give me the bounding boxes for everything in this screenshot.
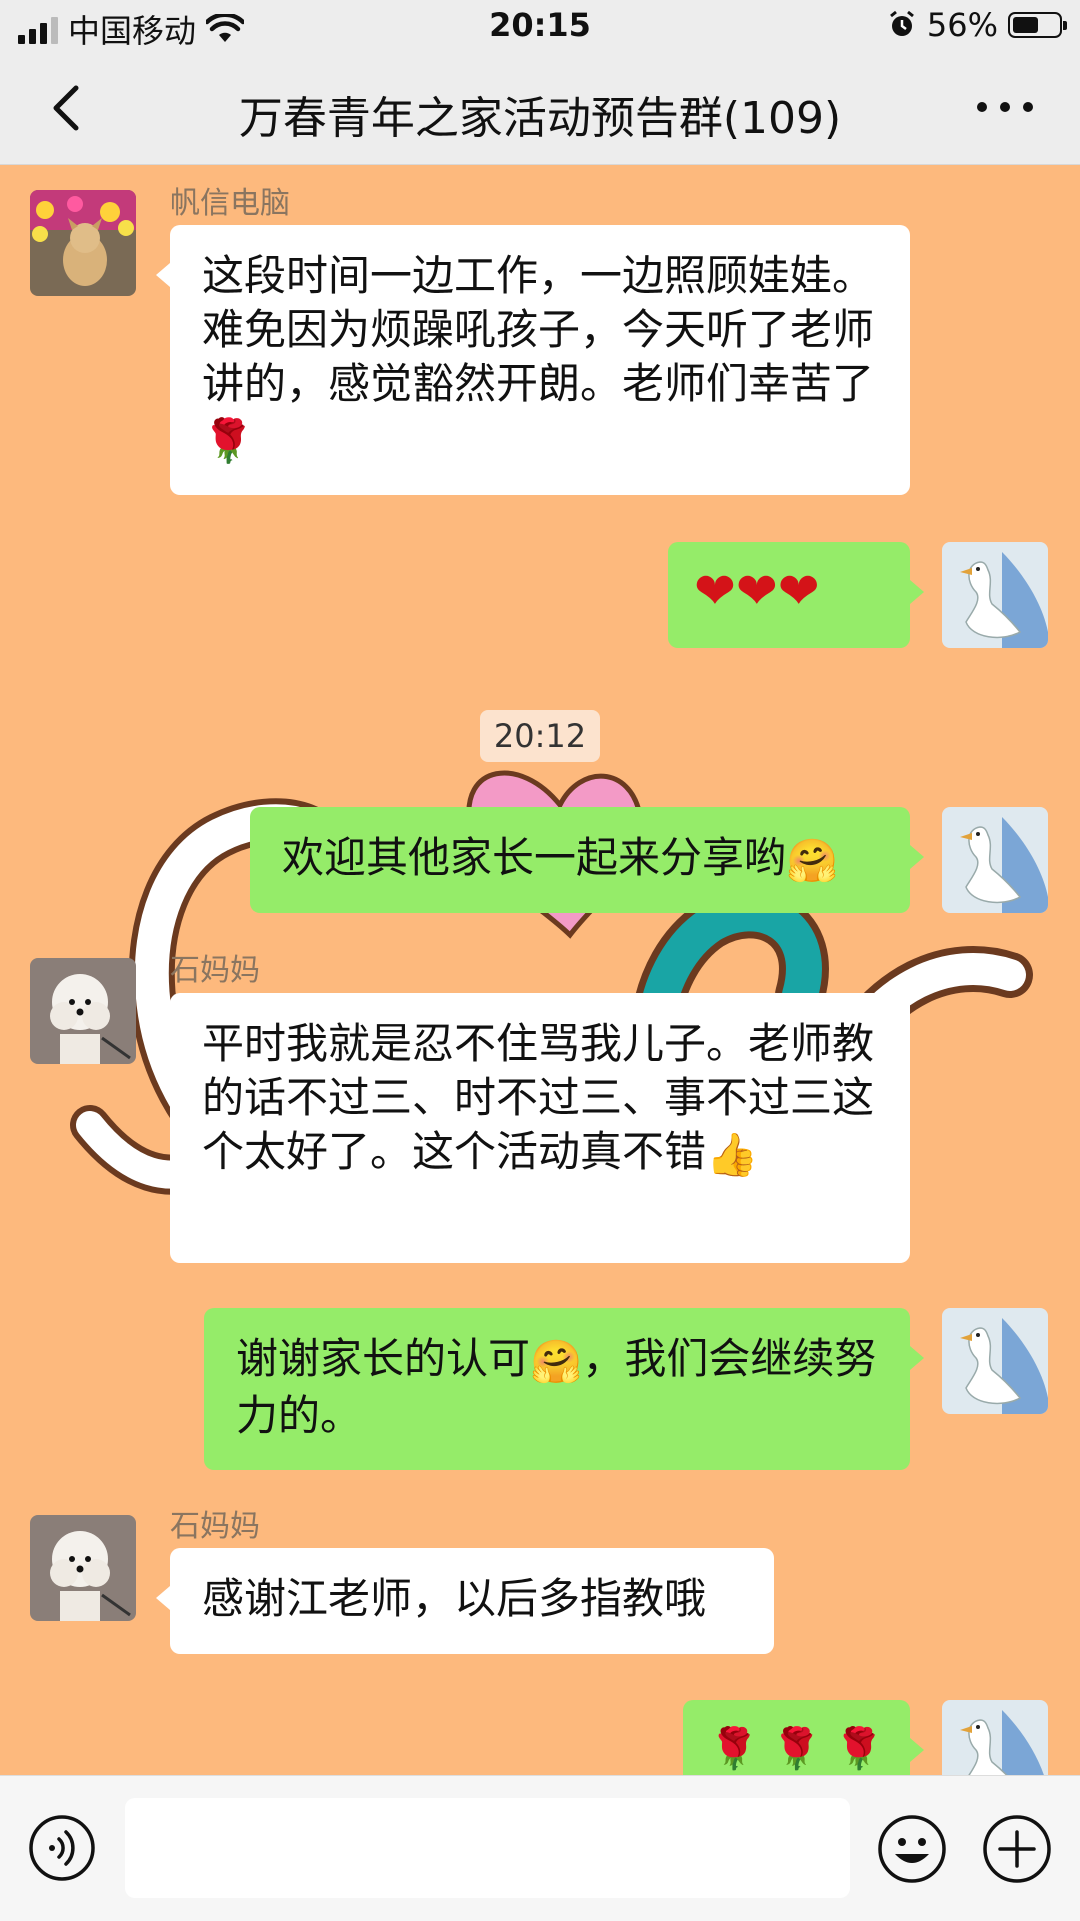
message-bubble[interactable]: 平时我就是忍不住骂我儿子。老师教的话不过三、时不过三、事不过三这个太好了。这个活… xyxy=(156,993,910,1263)
voice-button[interactable] xyxy=(28,1814,96,1882)
sender-name: 帆信电脑 xyxy=(170,186,290,221)
nav-bar: 万春青年之家活动预告群(109) xyxy=(0,52,1080,165)
poodle-photo-icon xyxy=(30,1515,136,1621)
message-bubble[interactable]: 🌹 🌹 🌹 xyxy=(683,1700,924,1775)
emoji-button[interactable] xyxy=(877,1814,947,1884)
poodle-photo-icon xyxy=(30,958,136,1064)
avatar-self[interactable] xyxy=(942,807,1048,913)
status-right: 56% xyxy=(887,6,1067,44)
message-bubble[interactable]: 谢谢家长的认可🤗，我们会继续努力的。 xyxy=(204,1308,924,1470)
thumbs-up-emoji: 👍 xyxy=(706,1129,759,1179)
timestamp: 20:12 xyxy=(480,710,600,762)
alarm-icon xyxy=(889,10,914,36)
avatar-shimama[interactable] xyxy=(30,958,136,1064)
input-bar xyxy=(0,1775,1080,1921)
swan-avatar-icon xyxy=(942,542,1048,648)
dog-photo-icon xyxy=(30,190,136,296)
message-text: 欢迎其他家长一起来分享哟 xyxy=(282,833,787,882)
avatar-self[interactable] xyxy=(942,1700,1048,1775)
avatar-self[interactable] xyxy=(942,542,1048,648)
rose-emoji: 🌹 xyxy=(202,415,255,465)
message-input[interactable] xyxy=(125,1798,850,1898)
message-text: 这段时间一边工作，一边照顾娃娃。难免因为烦躁吼孩子，今天听了老师讲的，感觉豁然开… xyxy=(202,251,875,408)
sender-name: 石妈妈 xyxy=(170,953,260,988)
message-text: 感谢江老师，以后多指教哦 xyxy=(202,1574,707,1623)
message-bubble[interactable]: 感谢江老师，以后多指教哦 xyxy=(156,1548,774,1654)
battery-icon xyxy=(1008,12,1067,38)
avatar-shimama[interactable] xyxy=(30,1515,136,1621)
more-button[interactable] xyxy=(970,92,1040,122)
avatar-self[interactable] xyxy=(942,1308,1048,1414)
swan-avatar-icon xyxy=(942,807,1048,913)
chat-title: 万春青年之家活动预告群(109) xyxy=(238,93,842,144)
sender-name: 石妈妈 xyxy=(170,1509,260,1544)
swan-avatar-icon xyxy=(942,1308,1048,1414)
message-text: 平时我就是忍不住骂我儿子。老师教的话不过三、时不过三、事不过三这个太好了。这个活… xyxy=(202,1019,875,1176)
plus-button[interactable] xyxy=(982,1814,1052,1884)
message-text: 谢谢家长的认可 xyxy=(236,1334,531,1383)
message-bubble[interactable]: 这段时间一边工作，一边照顾娃娃。难免因为烦躁吼孩子，今天听了老师讲的，感觉豁然开… xyxy=(156,225,910,495)
status-bar: 中国移动 20:15 56% xyxy=(0,0,1080,52)
roses-text: 🌹 🌹 🌹 xyxy=(709,1726,884,1772)
swan-avatar-icon xyxy=(942,1700,1048,1775)
message-bubble[interactable]: ❤❤❤ xyxy=(668,542,924,648)
battery-percent: 56% xyxy=(926,6,998,44)
hug-emoji: 🤗 xyxy=(530,1336,583,1386)
hearts-text: ❤❤❤ xyxy=(694,562,820,620)
chat-area[interactable]: 帆信电脑 这段时间一边工作，一边照顾娃娃。难免因为烦躁吼孩子，今天听了老师讲的，… xyxy=(0,165,1080,1775)
avatar-fanxin[interactable] xyxy=(30,190,136,296)
message-bubble[interactable]: 欢迎其他家长一起来分享哟🤗 xyxy=(250,807,924,913)
hug-emoji: 🤗 xyxy=(786,835,839,885)
